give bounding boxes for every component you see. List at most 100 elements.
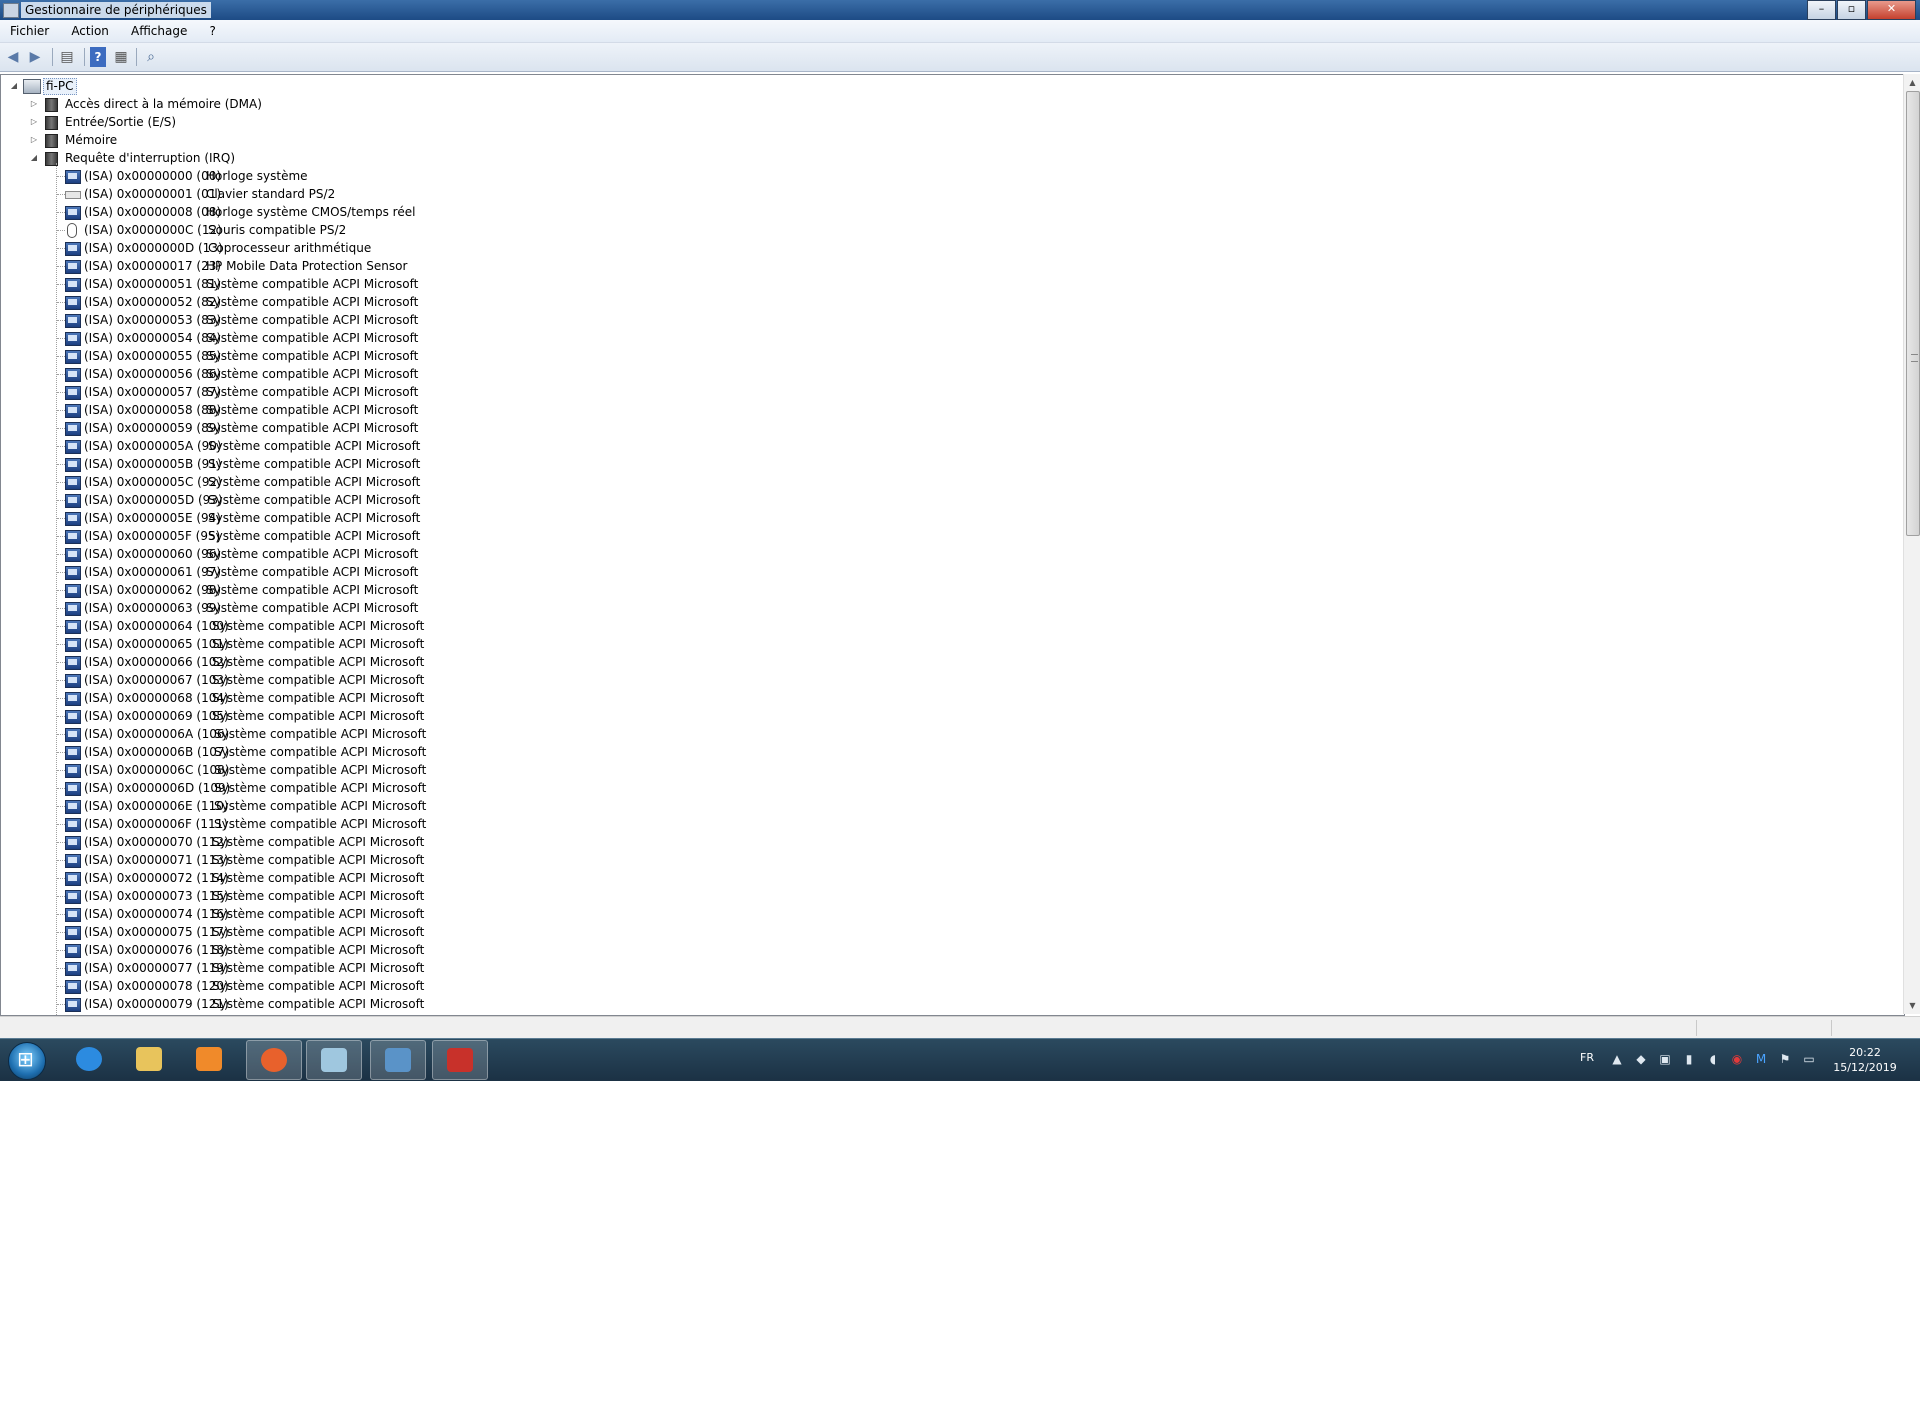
scan-hardware-icon[interactable]: ⌕ — [140, 47, 162, 67]
scroll-thumb[interactable] — [1906, 91, 1920, 536]
irq-address: (ISA) 0x00000064 (100) — [84, 619, 229, 633]
irq-address: (ISA) 0x00000017 (23) — [84, 259, 222, 273]
language-indicator[interactable]: FR — [1580, 1051, 1594, 1064]
irq-address: (ISA) 0x00000074 (116) — [84, 907, 229, 921]
device-name: Système compatible ACPI Microsoft — [208, 529, 421, 543]
system-device-icon — [65, 278, 81, 292]
irq-address: (ISA) 0x00000078 (120) — [84, 979, 229, 993]
start-button[interactable] — [8, 1042, 46, 1080]
irq-address: (ISA) 0x00000061 (97) — [84, 565, 222, 579]
expand-arrow-icon[interactable]: ▷ — [29, 113, 39, 131]
device-name: Horloge système CMOS/temps réel — [206, 205, 416, 219]
device-name: Système compatible ACPI Microsoft — [212, 889, 425, 903]
expand-arrow-icon[interactable]: ▷ — [29, 95, 39, 113]
irq-address: (ISA) 0x00000000 (00) — [84, 169, 222, 183]
file-explorer-taskbar-button[interactable] — [122, 1040, 176, 1078]
show-desktop-icon[interactable]: ▭ — [1802, 1052, 1816, 1066]
back-arrow-icon[interactable]: ◀ — [2, 47, 24, 67]
device-name: Système compatible ACPI Microsoft — [206, 385, 419, 399]
antivirus-icon[interactable]: ◉ — [1730, 1052, 1744, 1066]
usb-icon[interactable]: ▣ — [1658, 1052, 1672, 1066]
maximize-button[interactable]: ▫ — [1837, 0, 1866, 20]
scroll-down-icon[interactable]: ▼ — [1904, 997, 1920, 1014]
system-device-icon — [65, 314, 81, 328]
firefox-icon — [261, 1048, 287, 1072]
properties-icon[interactable]: ▦ — [110, 47, 132, 67]
close-button[interactable]: ✕ — [1867, 0, 1916, 20]
tree-connector — [57, 392, 65, 393]
menu-help[interactable]: ? — [202, 20, 222, 42]
notepad-taskbar-button[interactable] — [306, 1040, 362, 1080]
media-player-taskbar-button[interactable] — [182, 1040, 236, 1078]
collapse-arrow-icon[interactable]: ◢ — [29, 149, 39, 167]
vertical-scrollbar[interactable]: ▲ ▼ — [1903, 74, 1920, 1014]
device-name: Horloge système — [206, 169, 308, 183]
device-name: Système compatible ACPI Microsoft — [212, 997, 425, 1011]
system-device-icon — [65, 566, 81, 580]
tree-connector — [57, 950, 65, 951]
system-device-icon — [65, 962, 81, 976]
menu-action[interactable]: Action — [64, 20, 116, 42]
menu-affichage[interactable]: Affichage — [124, 20, 194, 42]
system-device-icon — [65, 998, 81, 1012]
system-device-icon — [65, 800, 81, 814]
device-name: Système compatible ACPI Microsoft — [212, 907, 425, 921]
device-manager-taskbar-button[interactable] — [432, 1040, 488, 1080]
tree-connector — [57, 914, 65, 915]
control-panel-icon — [385, 1048, 411, 1072]
irq-address: (ISA) 0x0000005A (90) — [84, 439, 222, 453]
action-center-icon[interactable]: ⚑ — [1778, 1052, 1792, 1066]
taskbar: FR ▲ ◆ ▣ ▮ ◖ ◉ M ⚑ ▭ 20:22 15/12/2019 — [0, 1038, 1920, 1081]
scroll-up-icon[interactable]: ▲ — [1904, 74, 1920, 91]
irq-address: (ISA) 0x00000073 (115) — [84, 889, 229, 903]
system-device-icon — [65, 404, 81, 418]
tree-view-icon[interactable]: ▤ — [56, 47, 78, 67]
security-icon[interactable]: ◆ — [1634, 1052, 1648, 1066]
forward-arrow-icon[interactable]: ▶ — [24, 47, 46, 67]
control-panel-taskbar-button[interactable] — [370, 1040, 426, 1080]
system-device-icon — [65, 440, 81, 454]
system-device-icon — [65, 494, 81, 508]
clock[interactable]: 20:22 15/12/2019 — [1830, 1045, 1900, 1075]
tree-connector — [57, 986, 65, 987]
tree-connector — [57, 716, 65, 717]
malwarebytes-icon[interactable]: M — [1754, 1052, 1768, 1066]
tree-connector — [57, 968, 65, 969]
irq-address: (ISA) 0x00000079 (121) — [84, 997, 229, 1011]
irq-address: (ISA) 0x00000075 (117) — [84, 925, 229, 939]
tree-connector — [57, 680, 65, 681]
device-name: Système compatible ACPI Microsoft — [208, 475, 421, 489]
volume-icon[interactable]: ◖ — [1706, 1052, 1720, 1066]
tree-connector — [57, 932, 65, 933]
minimize-button[interactable]: – — [1807, 0, 1836, 20]
internet-explorer-taskbar-button[interactable] — [62, 1040, 116, 1078]
help-icon[interactable]: ? — [90, 47, 106, 67]
battery-icon[interactable]: ▮ — [1682, 1052, 1696, 1066]
tree-connector — [57, 248, 65, 249]
status-bar — [0, 1016, 1920, 1039]
system-device-icon — [65, 476, 81, 490]
device-name: Système compatible ACPI Microsoft — [212, 871, 425, 885]
irq-address: (ISA) 0x0000005C (92) — [84, 475, 222, 489]
device-name: Système compatible ACPI Microsoft — [206, 367, 419, 381]
system-device-icon — [65, 710, 81, 724]
resource-category-icon — [45, 98, 58, 112]
tree-connector — [57, 878, 65, 879]
status-pane — [1696, 1020, 1697, 1036]
tree-connector — [57, 590, 65, 591]
tree-connector — [57, 824, 65, 825]
firefox-taskbar-button[interactable] — [246, 1040, 302, 1080]
irq-address: (ISA) 0x0000006C (108) — [84, 763, 230, 777]
irq-address: (ISA) 0x00000070 (112) — [84, 835, 229, 849]
network-icon[interactable]: ▲ — [1610, 1052, 1624, 1066]
notepad-icon — [321, 1048, 347, 1072]
tree-connector — [57, 770, 65, 771]
menu-fichier[interactable]: Fichier — [3, 20, 56, 42]
irq-address: (ISA) 0x0000006A (106) — [84, 727, 230, 741]
irq-address: (ISA) 0x0000005E (94) — [84, 511, 221, 525]
irq-address: (ISA) 0x00000056 (86) — [84, 367, 222, 381]
collapse-arrow-icon[interactable]: ◢ — [9, 77, 19, 95]
device-name: Système compatible ACPI Microsoft — [208, 457, 421, 471]
expand-arrow-icon[interactable]: ▷ — [29, 131, 39, 149]
tree-connector — [57, 518, 65, 519]
